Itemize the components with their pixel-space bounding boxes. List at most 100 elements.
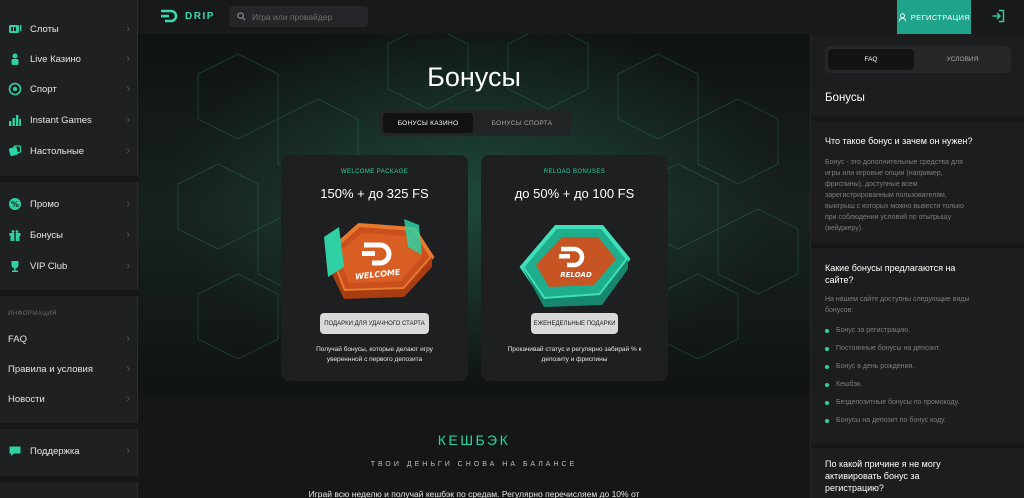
faq-question[interactable]: Какие бонусы предлагаются на сайте?: [825, 262, 1011, 286]
sidebar-item-promo[interactable]: % Промо ›: [0, 189, 138, 219]
chevron-right-icon: ›: [126, 363, 130, 375]
sidebar-item-label: Поддержка: [30, 445, 80, 457]
gift-icon: [8, 228, 22, 242]
faq-list-text: Постоянные бонусы на депозит.: [836, 345, 941, 352]
sidebar-item-label: Бонусы: [30, 229, 63, 241]
faq-list-text: Бонус в день рождения.: [836, 363, 915, 370]
faq-list-item: Бонусы на депозит по бонус коду.: [825, 417, 946, 424]
faq-list-item: Бонус в день рождения.: [825, 363, 914, 370]
tab-casino-bonuses[interactable]: БОНУСЫ КАЗИНО: [383, 113, 473, 133]
chevron-right-icon: ›: [126, 260, 130, 272]
bullet-icon: [825, 418, 829, 423]
svg-text:%: %: [11, 200, 19, 209]
faq-question-line: Какие бонусы предлагаются на: [825, 263, 956, 273]
sidebar-item-label: Instant Games: [30, 114, 92, 126]
chevron-right-icon: ›: [126, 393, 130, 405]
sidebar-divider: [0, 423, 138, 429]
sidebar-item-label: Промо: [30, 198, 60, 210]
sidebar-item-label: Спорт: [30, 83, 57, 95]
sidebar-item-rules[interactable]: Правила и условия ›: [0, 354, 138, 384]
sidebar-item-slots[interactable]: Слоты ›: [0, 14, 138, 44]
faq-item: По какой причине я не могу активировать …: [811, 443, 1024, 498]
faq-list-item: Бездепозитные бонусы по промокоду.: [825, 399, 959, 406]
card-label: RELOAD BONUSES: [543, 169, 606, 175]
tab-faq[interactable]: FAQ: [828, 49, 914, 70]
faq-tabs: FAQ УСЛОВИЯ: [825, 46, 1011, 73]
faq-answer-line: выигрыш с которых можно вывести только: [825, 203, 964, 210]
faq-question[interactable]: По какой причине я не могу активировать …: [825, 458, 1011, 494]
search-input[interactable]: Игра или провайдер: [252, 12, 332, 22]
chevron-right-icon: ›: [126, 333, 130, 345]
bonus-card-reload: RELOAD BONUSES до 50% + до 100 FS RELOAD…: [481, 155, 668, 381]
bonus-card-welcome: WELCOME PACKAGE 150% + до 325 FS WELCOME…: [281, 155, 468, 381]
faq-list-text: Кешбэк.: [836, 381, 863, 388]
sidebar-item-support[interactable]: Поддержка ›: [0, 436, 138, 466]
tab-terms[interactable]: УСЛОВИЯ: [917, 49, 1008, 70]
faq-panel: FAQ УСЛОВИЯ Бонусы Что такое бонус и зач…: [810, 34, 1024, 498]
dice-icon: [8, 144, 22, 158]
sidebar-item-label: FAQ: [8, 333, 28, 345]
card-description-line: Прокачивай статус и регулярно забирай % …: [507, 346, 642, 353]
faq-answer-line: игры или игровые опции (например,: [825, 170, 943, 177]
faq-answer-line: На нашем сайте доступны следующие виды: [825, 296, 970, 303]
chat-icon: [8, 444, 22, 458]
faq-list-item: Кешбэк.: [825, 381, 862, 388]
welcome-chest-image: WELCOME: [324, 219, 435, 299]
faq-heading: Бонусы: [825, 92, 865, 104]
sidebar-item-label: Новости: [8, 393, 45, 405]
sidebar-item-faq[interactable]: FAQ ›: [0, 324, 138, 354]
sidebar-item-table-games[interactable]: Настольные ›: [0, 136, 138, 166]
faq-list-item: Бонус за регистрацию.: [825, 327, 910, 334]
sidebar: Слоты › Live Казино › Спорт › Instant Ga…: [0, 0, 138, 498]
cashback-text: Играй всю неделю и получай кешбэк по сре…: [308, 489, 640, 498]
search-icon: [237, 12, 246, 21]
card-description-line: увереннной с первого депозита: [326, 356, 423, 363]
top-header: DRIP Игра или провайдер РЕГИСТРАЦИЯ: [138, 0, 1024, 34]
chevron-right-icon: ›: [126, 23, 130, 35]
faq-answer-line: при соблюдении условий по отыгрышу: [825, 214, 952, 221]
sidebar-item-label: Правила и условия: [8, 363, 93, 375]
sidebar-item-live-casino[interactable]: Live Казино ›: [0, 44, 138, 74]
register-button[interactable]: РЕГИСТРАЦИЯ: [897, 0, 971, 34]
sidebar-divider: [0, 476, 138, 482]
percent-icon: %: [8, 197, 22, 211]
bonus-tabs: БОНУСЫ КАЗИНО БОНУСЫ СПОРТА: [380, 110, 571, 136]
faq-question[interactable]: Что такое бонус и зачем он нужен?: [825, 135, 1011, 147]
card-description-line: депозиту и фриспины: [541, 356, 608, 363]
sidebar-item-news[interactable]: Новости ›: [0, 384, 138, 414]
faq-answer-line: бонусов:: [825, 307, 854, 314]
bullet-icon: [825, 364, 829, 369]
sidebar-item-bonuses[interactable]: Бонусы ›: [0, 220, 138, 250]
weekly-gifts-button[interactable]: ЕЖЕНЕДЕЛЬНЫЕ ПОДАРКИ: [531, 313, 618, 334]
chevron-right-icon: ›: [126, 229, 130, 241]
bullet-icon: [825, 346, 829, 351]
sidebar-item-label: Live Казино: [30, 53, 81, 65]
welcome-gifts-button[interactable]: ПОДАРКИ ДЛЯ УДАЧНОГО СТАРТА: [320, 313, 429, 334]
sidebar-item-instant-games[interactable]: Instant Games ›: [0, 105, 138, 135]
sidebar-item-label: VIP Club: [30, 260, 68, 272]
sidebar-item-label: Слоты: [30, 23, 59, 35]
faq-question-line: регистрацию?: [825, 483, 884, 493]
faq-list-text: Бездепозитные бонусы по промокоду.: [836, 399, 960, 406]
sidebar-item-label: Настольные: [30, 145, 85, 157]
register-label: РЕГИСТРАЦИЯ: [910, 12, 971, 22]
tab-sport-bonuses[interactable]: БОНУСЫ СПОРТА: [476, 113, 568, 133]
chest-text: RELOAD: [560, 271, 592, 279]
faq-question-line: По какой причине я не могу: [825, 459, 941, 469]
faq-answer: Бонус - это дополнительные средства для …: [825, 157, 1011, 234]
slot-machine-icon: [8, 22, 22, 36]
card-description-line: Получай бонусы, которые делают игру: [316, 346, 433, 353]
live-casino-icon: [8, 52, 22, 66]
faq-answer: На нашем сайте доступны следующие виды б…: [825, 294, 1011, 316]
faq-list-text: Бонусы на депозит по бонус коду.: [836, 417, 946, 424]
sidebar-item-vip-club[interactable]: VIP Club ›: [0, 251, 138, 281]
sidebar-item-sport[interactable]: Спорт ›: [0, 74, 138, 104]
card-description: Получай бонусы, которые делают игру увер…: [293, 345, 456, 365]
faq-list-item: Постоянные бонусы на депозит.: [825, 345, 940, 352]
faq-question-line: активировать бонус за: [825, 471, 920, 481]
card-headline: до 50% + до 100 FS: [514, 186, 635, 201]
login-button[interactable]: [991, 9, 1005, 28]
search-box[interactable]: Игра или провайдер: [229, 6, 368, 27]
chevron-right-icon: ›: [126, 114, 130, 126]
logo[interactable]: DRIP: [160, 9, 215, 23]
